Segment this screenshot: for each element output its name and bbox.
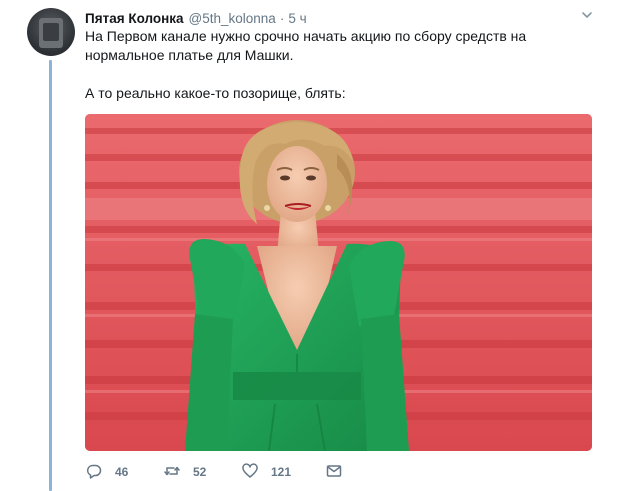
tweet-text-line: А то реально какое-то позорище, блять: [85, 85, 346, 101]
thread-line [49, 60, 52, 491]
photo-woman-green-dress [85, 114, 592, 451]
tweet-text: На Первом канале нужно срочно начать акц… [85, 27, 585, 103]
tweet-timestamp[interactable]: 5 ч [288, 11, 306, 26]
direct-message-icon [325, 462, 343, 483]
chevron-down-icon[interactable] [580, 8, 594, 22]
reply-count: 46 [115, 465, 129, 479]
tweet-text-line: На Первом канале нужно срочно начать акц… [85, 28, 527, 44]
author-handle[interactable]: @5th_kolonna [189, 11, 276, 26]
reply-button[interactable]: 46 [85, 462, 163, 483]
author-name[interactable]: Пятая Колонка [85, 11, 184, 26]
retweet-button[interactable]: 52 [163, 462, 241, 483]
avatar[interactable] [27, 8, 75, 56]
retweet-icon [163, 462, 181, 483]
like-button[interactable]: 121 [241, 462, 325, 483]
retweet-count: 52 [193, 465, 207, 479]
avatar-emblem [39, 18, 63, 48]
reply-icon [85, 462, 103, 483]
tweet-actions: 46 52 121 [85, 462, 343, 482]
tweet-header: Пятая Колонка @5th_kolonna · 5 ч [85, 9, 307, 27]
like-icon [241, 462, 259, 483]
separator-dot: · [279, 10, 285, 26]
like-count: 121 [271, 465, 292, 479]
direct-message-button[interactable] [325, 462, 343, 483]
tweet-text-line: нормальное платье для Машки. [85, 47, 294, 63]
tweet-photo[interactable] [85, 114, 592, 451]
